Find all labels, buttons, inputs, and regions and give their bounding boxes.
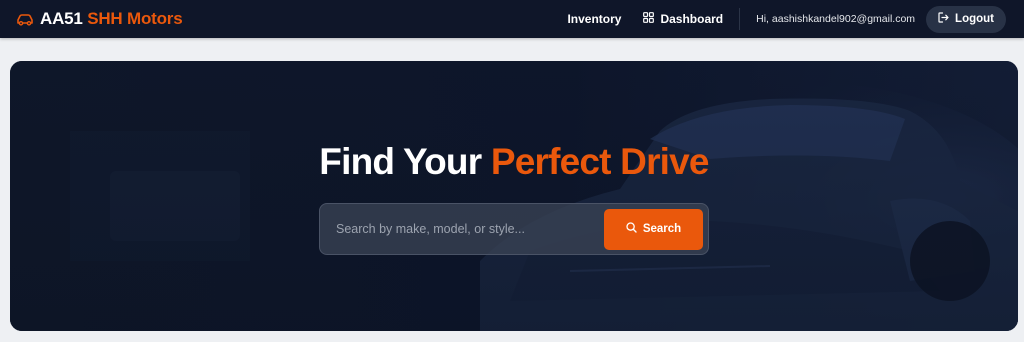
hero-background-car-image (10, 61, 1018, 331)
brand-name-accent: SHH Motors (87, 9, 183, 28)
hero-banner: Find Your Perfect Drive Search (10, 61, 1018, 331)
logout-button[interactable]: Logout (926, 5, 1006, 33)
hero-title-accent: Perfect Drive (490, 141, 710, 182)
hero-search-button[interactable]: Search (604, 208, 703, 250)
search-icon (626, 222, 637, 236)
user-greeting: Hi, aashishkandel902@gmail.com (756, 13, 916, 25)
hero-search-bar: Search (319, 203, 709, 255)
nav-link-inventory[interactable]: Inventory (567, 12, 621, 26)
brand-name-primary: AA51 (40, 9, 83, 28)
grid-icon (643, 12, 655, 26)
logout-label: Logout (955, 13, 994, 25)
hero-search-button-label: Search (642, 223, 682, 235)
nav-right: Inventory Dashboard Hi, aashishkandel902… (567, 5, 1006, 33)
logout-icon (938, 12, 949, 26)
top-navbar: AA51 SHH Motors Inventory Dashboard Hi, … (0, 0, 1024, 38)
brand-logo[interactable]: AA51 SHH Motors (16, 9, 183, 29)
nav-link-dashboard-label: Dashboard (660, 12, 724, 26)
nav-divider (739, 8, 741, 30)
hero-title: Find Your Perfect Drive (10, 140, 1018, 184)
brand-name: AA51 SHH Motors (40, 9, 183, 29)
hero-search-input[interactable] (336, 204, 604, 254)
nav-link-dashboard[interactable]: Dashboard (643, 12, 723, 26)
car-icon (16, 12, 34, 26)
hero-title-primary: Find Your (319, 141, 482, 182)
